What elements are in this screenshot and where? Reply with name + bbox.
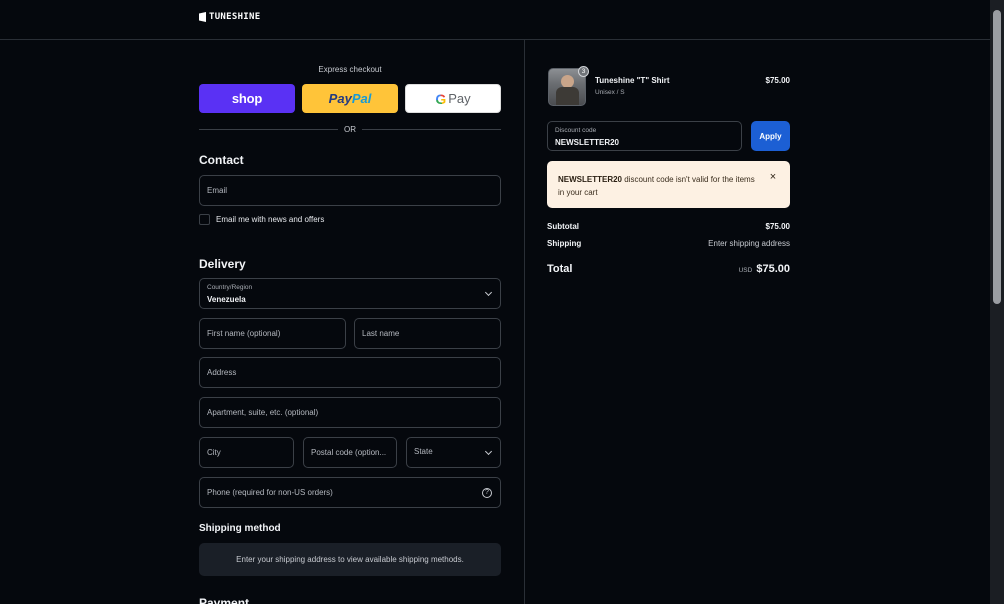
- discount-code-label: Discount code: [555, 127, 597, 134]
- google-pay-label: Pay: [448, 91, 471, 106]
- shipping-method-title: Shipping method: [199, 523, 281, 534]
- product-model-shirt: [556, 87, 579, 105]
- brand-logo[interactable]: TUNESHINE: [199, 12, 260, 22]
- total-value: $75.00: [756, 263, 790, 275]
- or-line-left: [199, 128, 338, 130]
- total-row: Total USD $75.00: [547, 263, 790, 275]
- shipping-method-message: Enter your shipping address to view avai…: [236, 555, 464, 564]
- shipping-row: Shipping Enter shipping address: [547, 239, 790, 248]
- address-field[interactable]: Address: [199, 357, 501, 388]
- subtotal-label: Subtotal: [547, 222, 579, 231]
- or-separator: OR: [199, 123, 501, 135]
- paypal-label-part2: Pal: [351, 91, 372, 106]
- product-variant: Unisex / S: [595, 89, 625, 96]
- checkout-header: TUNESHINE: [0, 0, 990, 40]
- alert-code: NEWSLETTER20: [558, 175, 623, 184]
- or-label: OR: [344, 124, 356, 134]
- chevron-down-icon: [484, 288, 493, 297]
- apartment-placeholder: Apartment, suite, etc. (optional): [207, 408, 319, 417]
- google-pay-button[interactable]: G Pay: [405, 84, 501, 113]
- subtotal-row: Subtotal $75.00: [547, 222, 790, 231]
- close-icon[interactable]: ×: [767, 171, 779, 183]
- apartment-field[interactable]: Apartment, suite, etc. (optional): [199, 397, 501, 428]
- address-placeholder: Address: [207, 368, 237, 377]
- postal-code-placeholder: Postal code (option...: [311, 448, 387, 457]
- city-field[interactable]: City: [199, 437, 294, 468]
- apply-discount-button[interactable]: Apply: [751, 121, 790, 151]
- shop-pay-label: shop: [231, 91, 263, 106]
- subtotal-value: $75.00: [765, 222, 790, 231]
- scrollbar-thumb[interactable]: [993, 10, 1001, 304]
- phone-placeholder: Phone (required for non-US orders): [207, 488, 333, 497]
- shipping-label: Shipping: [547, 239, 582, 248]
- discount-code-value: NEWSLETTER20: [555, 138, 620, 147]
- newsletter-checkbox[interactable]: [199, 214, 210, 225]
- shipping-value: Enter shipping address: [708, 239, 790, 248]
- google-g-icon: G: [435, 90, 447, 107]
- country-select[interactable]: Country/Region Venezuela: [199, 278, 501, 309]
- email-field[interactable]: Email: [199, 175, 501, 206]
- express-checkout-label: Express checkout: [318, 65, 382, 74]
- brand-name: TUNESHINE: [209, 12, 261, 22]
- first-name-placeholder: First name (optional): [207, 329, 281, 338]
- city-placeholder: City: [207, 448, 221, 457]
- alert-text: NEWSLETTER20 discount code isn't valid f…: [558, 173, 758, 199]
- product-name: Tuneshine "T" Shirt: [595, 76, 670, 85]
- last-name-field[interactable]: Last name: [354, 318, 501, 349]
- paypal-label-part1: Pay: [328, 91, 352, 106]
- help-icon[interactable]: ?: [482, 488, 492, 498]
- newsletter-label: Email me with news and offers: [216, 215, 325, 224]
- email-placeholder: Email: [207, 186, 228, 195]
- state-label: State: [414, 447, 433, 456]
- apply-label: Apply: [759, 131, 782, 141]
- product-price: $75.00: [765, 76, 790, 85]
- postal-code-field[interactable]: Postal code (option...: [303, 437, 397, 468]
- page-scrollbar[interactable]: [990, 0, 1004, 604]
- newsletter-row: Email me with news and offers: [199, 214, 324, 225]
- brand-mark-icon: [199, 12, 206, 22]
- phone-field[interactable]: Phone (required for non-US orders) ?: [199, 477, 501, 508]
- quantity-badge: 3: [578, 66, 589, 77]
- total-label: Total: [547, 263, 573, 275]
- total-amount: USD $75.00: [739, 263, 790, 275]
- contact-title: Contact: [199, 153, 244, 167]
- paypal-button[interactable]: Pay Pal: [302, 84, 398, 113]
- discount-code-field[interactable]: Discount code NEWSLETTER20: [547, 121, 742, 151]
- first-name-field[interactable]: First name (optional): [199, 318, 346, 349]
- total-currency: USD: [738, 267, 753, 274]
- discount-error-alert: NEWSLETTER20 discount code isn't valid f…: [547, 161, 790, 208]
- country-label: Country/Region: [207, 284, 253, 291]
- or-line-right: [362, 128, 501, 130]
- shop-pay-button[interactable]: shop: [199, 84, 295, 113]
- country-value: Venezuela: [207, 295, 246, 304]
- column-divider: [524, 40, 525, 604]
- chevron-down-icon: [484, 447, 493, 456]
- state-select[interactable]: State: [406, 437, 501, 468]
- payment-title: Payment: [199, 596, 250, 604]
- last-name-placeholder: Last name: [362, 329, 400, 338]
- delivery-title: Delivery: [199, 257, 246, 271]
- shipping-method-notice: Enter your shipping address to view avai…: [199, 543, 501, 576]
